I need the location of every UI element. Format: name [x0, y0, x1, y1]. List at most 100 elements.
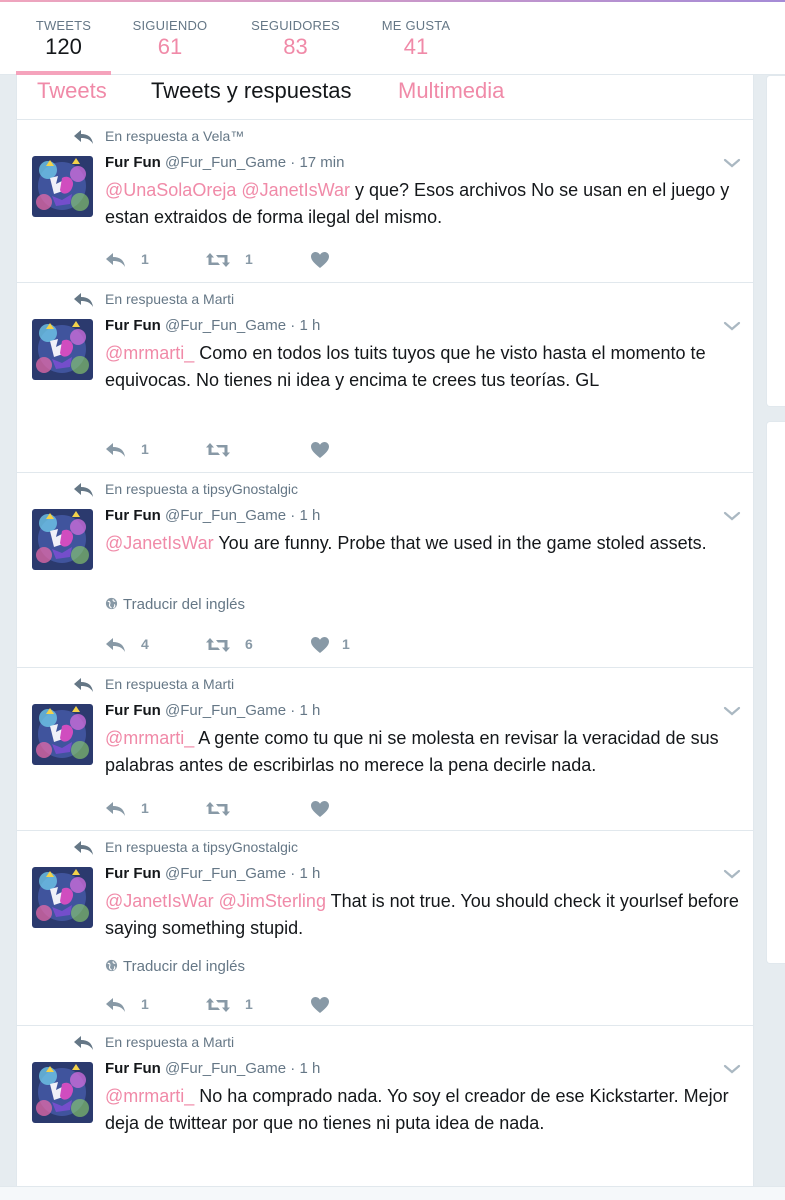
- like-button[interactable]: 1: [310, 633, 370, 657]
- chevron-down-icon[interactable]: [723, 867, 741, 881]
- tab-media[interactable]: Multimedia: [398, 78, 504, 104]
- reply-button[interactable]: 1: [105, 993, 175, 1017]
- mention-link[interactable]: @JimSterling: [219, 891, 326, 911]
- chevron-down-icon[interactable]: [723, 704, 741, 718]
- reply-count: 1: [141, 251, 149, 267]
- tab-tweets-and-replies[interactable]: Tweets y respuestas: [151, 78, 352, 104]
- reply-count: 1: [141, 800, 149, 816]
- tweet[interactable]: En respuesta a Marti Fur Fun @Fur_Fun_Ga…: [17, 1026, 753, 1200]
- reply-button[interactable]: 1: [105, 797, 175, 821]
- reply-icon: [105, 800, 127, 818]
- avatar[interactable]: [32, 1062, 93, 1123]
- like-count: 1: [342, 636, 350, 652]
- reply-arrow-icon: [73, 481, 95, 499]
- side-panel: [766, 75, 785, 407]
- avatar[interactable]: [32, 704, 93, 765]
- username[interactable]: @Fur_Fun_Game: [165, 507, 286, 524]
- tweet[interactable]: En respuesta a tipsyGnostalgic Fur Fun @…: [17, 473, 753, 668]
- retweet-button[interactable]: 1: [205, 993, 275, 1017]
- timestamp[interactable]: 1 h: [299, 702, 320, 719]
- tweet-text: @JanetIsWar You are funny. Probe that we…: [105, 530, 745, 557]
- tweet-actions: 1: [105, 438, 405, 462]
- heart-icon: [310, 251, 330, 269]
- tweet-text: @mrmarti_ Como en todos los tuits tuyos …: [105, 340, 745, 394]
- tweet[interactable]: En respuesta a Marti Fur Fun @Fur_Fun_Ga…: [17, 283, 753, 473]
- globe-icon: [105, 959, 118, 972]
- reply-context[interactable]: En respuesta a Marti: [105, 676, 234, 692]
- like-button[interactable]: [310, 993, 370, 1017]
- retweet-button[interactable]: 1: [205, 248, 275, 272]
- tweet-actions: 1 1: [105, 248, 405, 272]
- translate-label: Traducir del inglés: [123, 596, 245, 613]
- avatar[interactable]: [32, 319, 93, 380]
- translate-link[interactable]: Traducir del inglés: [105, 958, 245, 975]
- stat-label: TWEETS: [35, 18, 92, 33]
- tweet-header: Fur Fun @Fur_Fun_Game · 1 h: [105, 1060, 320, 1077]
- timestamp[interactable]: 1 h: [299, 1060, 320, 1077]
- retweet-button[interactable]: [205, 797, 275, 821]
- stat-likes[interactable]: ME GUSTA 41: [372, 2, 460, 75]
- timestamp[interactable]: 17 min: [299, 154, 344, 171]
- retweet-icon: [205, 636, 231, 654]
- like-button[interactable]: [310, 248, 370, 272]
- stat-tweets[interactable]: TWEETS 120: [16, 2, 111, 75]
- display-name[interactable]: Fur Fun: [105, 317, 161, 334]
- timestamp[interactable]: 1 h: [299, 317, 320, 334]
- mention-link[interactable]: @JanetIsWar: [241, 180, 350, 200]
- mention-link[interactable]: @mrmarti_: [105, 343, 194, 363]
- mention-link[interactable]: @mrmarti_: [105, 1086, 194, 1106]
- tweet[interactable]: En respuesta a Vela™ Fur Fun @Fur_Fun_Ga…: [17, 120, 753, 283]
- display-name[interactable]: Fur Fun: [105, 865, 161, 882]
- chevron-down-icon[interactable]: [723, 319, 741, 333]
- avatar[interactable]: [32, 867, 93, 928]
- chevron-down-icon[interactable]: [723, 1062, 741, 1076]
- mention-link[interactable]: @JanetIsWar: [105, 891, 214, 911]
- display-name[interactable]: Fur Fun: [105, 507, 161, 524]
- tweet-actions: 4 6 1: [105, 633, 405, 657]
- username[interactable]: @Fur_Fun_Game: [165, 702, 286, 719]
- reply-context[interactable]: En respuesta a Marti: [105, 1034, 234, 1050]
- tweet-actions: 1 1: [105, 993, 405, 1017]
- reply-count: 4: [141, 636, 149, 652]
- tweet[interactable]: En respuesta a Marti Fur Fun @Fur_Fun_Ga…: [17, 668, 753, 831]
- reply-count: 1: [141, 996, 149, 1012]
- avatar[interactable]: [32, 509, 93, 570]
- username[interactable]: @Fur_Fun_Game: [165, 154, 286, 171]
- reply-button[interactable]: 1: [105, 248, 175, 272]
- separator-dot: ·: [290, 1060, 296, 1077]
- retweet-button[interactable]: [205, 438, 275, 462]
- reply-context[interactable]: En respuesta a Vela™: [105, 128, 244, 144]
- reply-context[interactable]: En respuesta a Marti: [105, 291, 234, 307]
- tab-tweets[interactable]: Tweets: [37, 78, 107, 104]
- display-name[interactable]: Fur Fun: [105, 1060, 161, 1077]
- timestamp[interactable]: 1 h: [299, 507, 320, 524]
- display-name[interactable]: Fur Fun: [105, 702, 161, 719]
- reply-context[interactable]: En respuesta a tipsyGnostalgic: [105, 839, 298, 855]
- chevron-down-icon[interactable]: [723, 509, 741, 523]
- retweet-icon: [205, 251, 231, 269]
- username[interactable]: @Fur_Fun_Game: [165, 1060, 286, 1077]
- stat-followers[interactable]: SEGUIDORES 83: [240, 2, 351, 75]
- translate-link[interactable]: Traducir del inglés: [105, 596, 245, 613]
- retweet-button[interactable]: 6: [205, 633, 275, 657]
- reply-button[interactable]: 4: [105, 633, 175, 657]
- mention-link[interactable]: @JanetIsWar: [105, 533, 214, 553]
- timestamp[interactable]: 1 h: [299, 865, 320, 882]
- tweet[interactable]: En respuesta a tipsyGnostalgic Fur Fun @…: [17, 831, 753, 1026]
- reply-icon: [105, 251, 127, 269]
- like-button[interactable]: [310, 797, 370, 821]
- mention-link[interactable]: @UnaSolaOreja: [105, 180, 236, 200]
- timeline-tabs: Tweets Tweets y respuestas Multimedia: [17, 75, 753, 120]
- username[interactable]: @Fur_Fun_Game: [165, 865, 286, 882]
- tweet-body: You are funny. Probe that we used in the…: [218, 533, 707, 553]
- reply-context[interactable]: En respuesta a tipsyGnostalgic: [105, 481, 298, 497]
- chevron-down-icon[interactable]: [723, 156, 741, 170]
- stat-following[interactable]: SIGUIENDO 61: [122, 2, 218, 75]
- avatar[interactable]: [32, 156, 93, 217]
- retweet-count: 1: [245, 996, 253, 1012]
- like-button[interactable]: [310, 438, 370, 462]
- username[interactable]: @Fur_Fun_Game: [165, 317, 286, 334]
- reply-button[interactable]: 1: [105, 438, 175, 462]
- mention-link[interactable]: @mrmarti_: [105, 728, 194, 748]
- display-name[interactable]: Fur Fun: [105, 154, 161, 171]
